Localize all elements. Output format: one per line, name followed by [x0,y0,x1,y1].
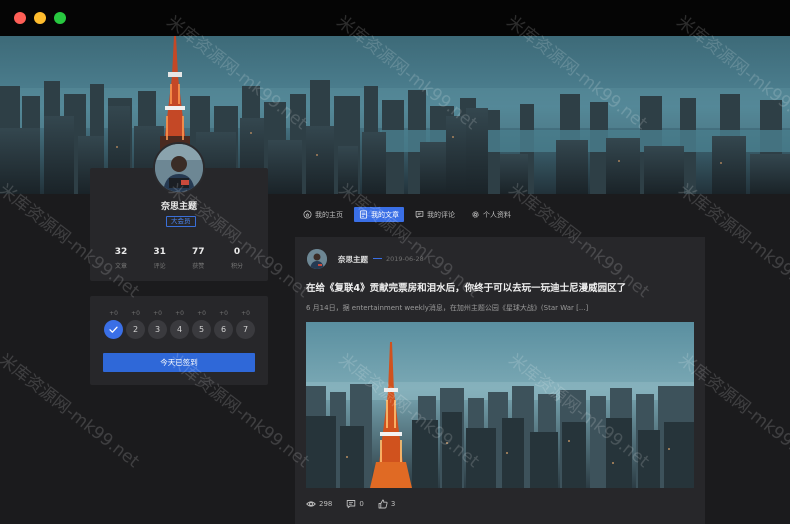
tab-home[interactable]: 我的主页 [298,207,348,222]
day-circle: 6 [214,320,233,339]
tab-label: 个人资料 [483,210,511,219]
window-titlebar [0,0,790,36]
gear-icon [472,211,479,218]
tab-my-comments[interactable]: 我的评论 [410,207,460,222]
post-author-avatar[interactable] [307,249,327,269]
day-bonus: +0 [131,310,140,317]
stat-label: 评论 [153,263,166,270]
day-circle: 5 [192,320,211,339]
author-date-divider [373,258,382,259]
checkin-day: +0 5 [192,310,211,339]
stat-comments[interactable]: 31 评论 [141,247,179,270]
post-title[interactable]: 在给《复联4》贡献完票房和泪水后，你终于可以去玩一玩迪士尼漫威园区了 [306,280,696,294]
comment-icon [415,210,424,219]
likes-count[interactable]: 3 [378,499,395,509]
document-icon [359,210,368,219]
checkin-day: +0 3 [148,310,167,339]
thumbs-up-icon [378,499,388,509]
day-circle: 4 [170,320,189,339]
day-bonus: +0 [153,310,162,317]
likes-value: 3 [390,500,396,508]
checkin-day: +0 4 [170,310,189,339]
post-card: 奈思主题 2019-06-28 在给《复联4》贡献完票房和泪水后，你终于可以去玩… [295,237,705,524]
post-excerpt: 6 月14日，据 entertainment weekly消息，在加州主题公园《… [306,304,589,312]
day-bonus: +0 [219,310,228,317]
check-icon [109,326,118,333]
comment-icon [347,500,356,509]
stat-label: 获赞 [192,263,205,270]
comments-value: 0 [359,500,364,508]
checkin-days: +0 +0 2 +0 3 +0 4 +0 5 +0 6 +0 7 [104,310,255,339]
home-icon [303,210,312,219]
day-circle: 7 [236,320,255,339]
tab-label: 我的文章 [371,210,399,219]
stat-points[interactable]: 0 积分 [218,247,256,270]
checkin-button[interactable]: 今天已签到 [103,353,255,372]
stat-label: 积分 [230,263,243,270]
checkin-day: +0 [104,310,123,339]
stat-label: 文章 [114,263,127,270]
eye-icon [306,501,316,507]
profile-username[interactable]: 奈思主题 [90,199,268,212]
checkin-card: +0 +0 2 +0 3 +0 4 +0 5 +0 6 +0 7 今天已签到 [90,296,268,385]
close-window-button[interactable] [14,12,26,24]
stat-value: 32 [114,247,128,257]
post-author-name[interactable]: 奈思主题 [338,254,368,265]
day-circle: 3 [148,320,167,339]
day-checked-circle [104,320,123,339]
stat-value: 77 [192,247,205,257]
profile-tabs: 我的主页 我的文章 我的评论 个人资料 [298,207,522,222]
profile-stats: 32 文章 31 评论 77 获赞 0 积分 [102,247,256,270]
views-count: 298 [306,499,332,509]
day-bonus: +0 [197,310,206,317]
maximize-window-button[interactable] [54,12,66,24]
stat-value: 0 [233,247,241,257]
tab-label: 我的评论 [427,210,455,219]
vip-badge: 大会员 [166,216,196,227]
user-avatar[interactable] [153,142,205,194]
day-circle: 2 [126,320,145,339]
stat-posts[interactable]: 32 文章 [102,247,140,270]
tab-my-posts[interactable]: 我的文章 [354,207,404,222]
tab-profile-settings[interactable]: 个人资料 [466,207,516,222]
day-bonus: +0 [241,310,250,317]
checkin-day: +0 7 [236,310,255,339]
post-date: 2019-06-28 [386,255,424,263]
tab-label: 我的主页 [315,210,343,219]
post-thumbnail[interactable] [306,322,694,488]
checkin-day: +0 6 [214,310,233,339]
views-value: 298 [319,500,333,508]
stat-value: 31 [153,247,166,257]
minimize-window-button[interactable] [34,12,46,24]
checkin-day: +0 2 [126,310,145,339]
comments-count[interactable]: 0 [346,499,364,509]
post-meta: 298 0 3 [306,499,409,509]
stat-likes[interactable]: 77 获赞 [179,247,217,270]
day-bonus: +0 [109,310,118,317]
day-bonus: +0 [175,310,184,317]
